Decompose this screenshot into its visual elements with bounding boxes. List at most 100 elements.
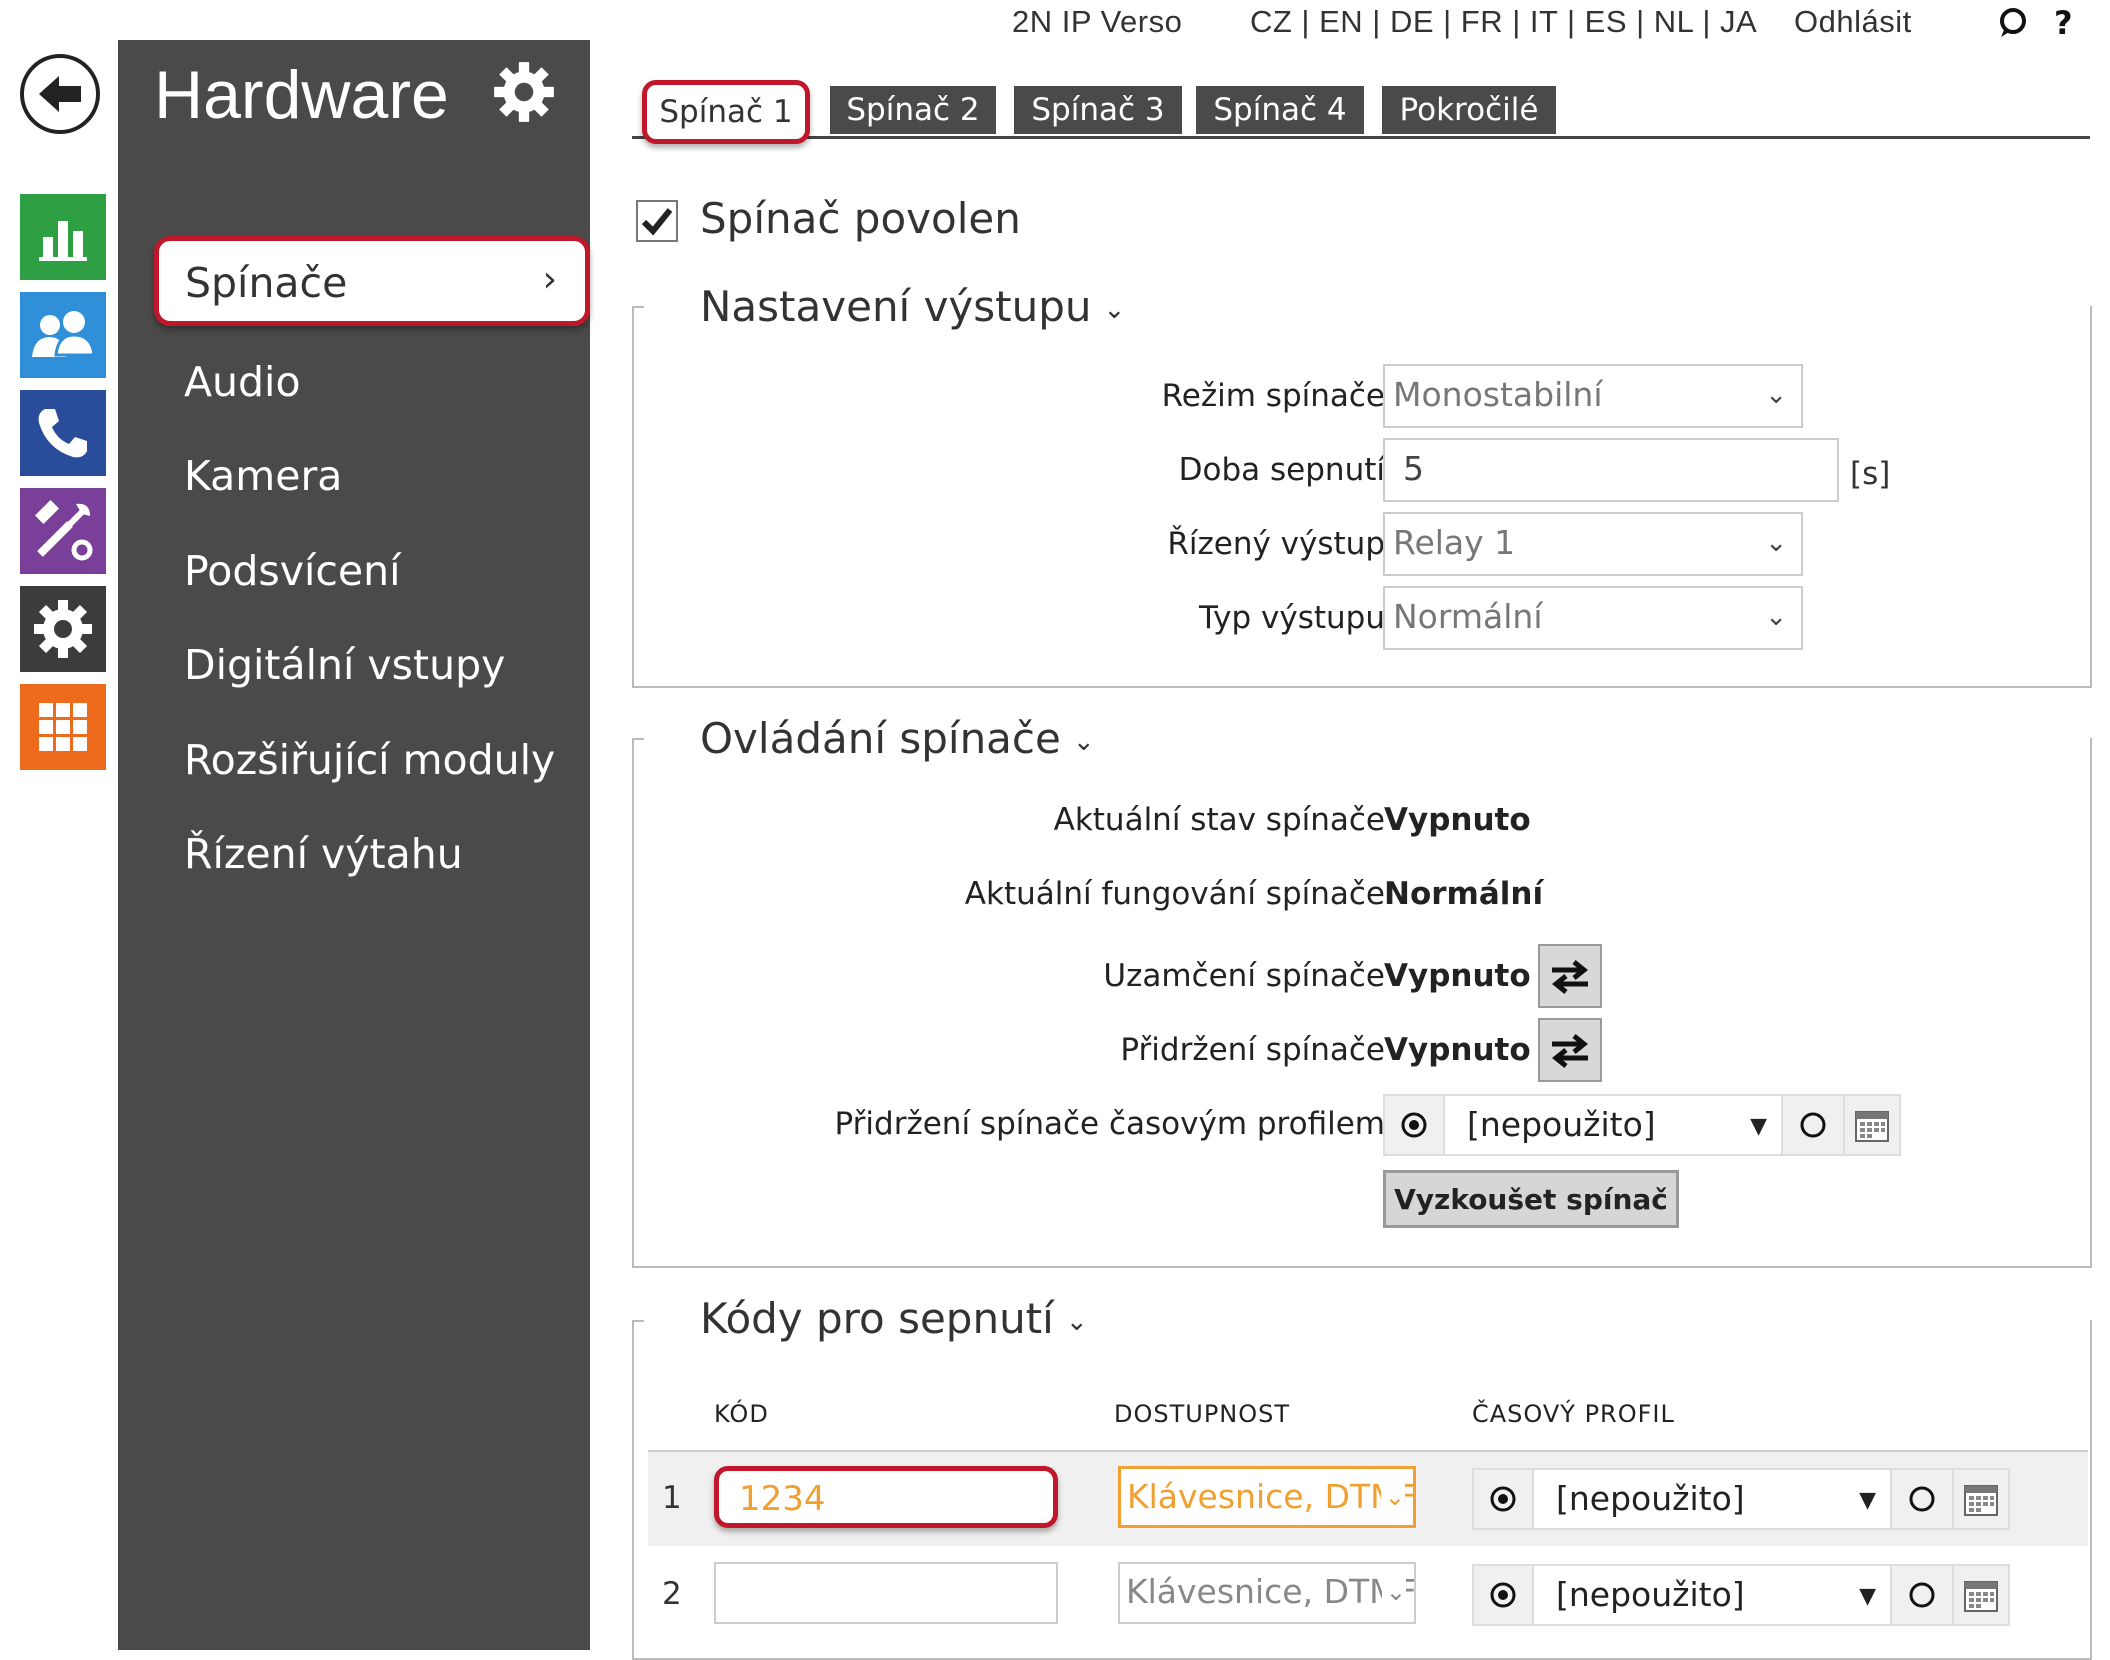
- availability-select[interactable]: Klávesnice, DTMF ⌄: [1118, 1562, 1416, 1624]
- language-switcher[interactable]: CZ | EN | DE | FR | IT | ES | NL | JA: [1250, 4, 1757, 40]
- tab-advanced[interactable]: Pokročilé: [1382, 86, 1556, 134]
- swap-arrows-icon: [1551, 960, 1589, 994]
- tab-underline: [632, 136, 2090, 139]
- chevron-right-icon: ›: [542, 259, 557, 300]
- mode-select-value: Monostabilní: [1393, 375, 1603, 414]
- chevron-down-icon: ⌄: [1072, 726, 1095, 757]
- output-type-select[interactable]: Normální ⌄: [1383, 586, 1803, 650]
- switch-control-title-text: Ovládání spínače: [700, 714, 1061, 763]
- switch-state-value: Vypnuto: [1384, 802, 1531, 838]
- column-header-time-profile: ČASOVÝ PROFIL: [1472, 1400, 1675, 1428]
- output-type-label: Typ výstupu: [1199, 600, 1385, 636]
- calendar-icon[interactable]: [1845, 1094, 1901, 1156]
- code-profile-select[interactable]: [nepoužito] ▼: [1534, 1564, 1892, 1626]
- chevron-down-icon: ⌄: [1380, 1469, 1405, 1525]
- switch-operation-label: Aktuální fungování spínače: [964, 876, 1385, 912]
- tab-switch-1[interactable]: Spínač 1: [642, 80, 810, 144]
- switch-lock-value: Vypnuto: [1384, 958, 1531, 994]
- mode-label: Režim spínače: [1161, 378, 1385, 414]
- switch-lock-label: Uzamčení spínače: [1103, 958, 1385, 994]
- controlled-output-select[interactable]: Relay 1 ⌄: [1383, 512, 1803, 576]
- mode-select[interactable]: Monostabilní ⌄: [1383, 364, 1803, 428]
- switch-operation-value: Normální: [1384, 876, 1544, 912]
- duration-unit: [s]: [1850, 456, 1891, 492]
- sidebar-item-lift-control[interactable]: Řízení výtahu: [184, 830, 463, 878]
- tab-switch-2[interactable]: Spínač 2: [830, 86, 996, 134]
- tab-switch-3[interactable]: Spínač 3: [1014, 86, 1182, 134]
- radio-selected-icon[interactable]: [1472, 1468, 1534, 1530]
- output-settings-title-text: Nastavení výstupu: [700, 282, 1092, 331]
- availability-value: Klávesnice, DTMF: [1127, 1477, 1416, 1516]
- sidebar-item-label: Spínače: [185, 259, 348, 307]
- chevron-down-icon: ⌄: [1765, 602, 1787, 632]
- hold-profile-value: [nepoužito]: [1467, 1105, 1656, 1144]
- checkmark-icon: [641, 208, 673, 236]
- help-icon[interactable]: ?: [2054, 4, 2073, 42]
- switch-hold-value: Vypnuto: [1384, 1032, 1531, 1068]
- chevron-down-icon: ⌄: [1103, 294, 1126, 325]
- back-button[interactable]: [20, 54, 100, 134]
- switch-hold-toggle-button[interactable]: [1538, 1018, 1602, 1082]
- duration-input[interactable]: 5: [1383, 438, 1839, 502]
- switch-enabled-checkbox[interactable]: [636, 200, 678, 242]
- controlled-output-label: Řízený výstup: [1167, 526, 1385, 562]
- gear-icon[interactable]: [20, 586, 106, 672]
- test-switch-button[interactable]: Vyzkoušet spínač: [1383, 1170, 1679, 1228]
- controlled-output-value: Relay 1: [1393, 523, 1516, 562]
- switch-control-title[interactable]: Ovládání spínače ⌄: [690, 714, 1105, 763]
- code-input[interactable]: 1234: [714, 1466, 1058, 1528]
- code-profile-value: [nepoužito]: [1556, 1575, 1745, 1614]
- switch-hold-label: Přidržení spínače: [1120, 1032, 1385, 1068]
- code-profile-value: [nepoužito]: [1556, 1479, 1745, 1518]
- switch-lock-toggle-button[interactable]: [1538, 944, 1602, 1008]
- gear-icon: [490, 58, 558, 130]
- caret-down-icon: ▼: [1859, 1584, 1876, 1609]
- code-profile-group: [nepoužito] ▼: [1472, 1468, 2010, 1530]
- duration-label: Doba sepnutí: [1178, 452, 1385, 488]
- sidebar: Hardware Spínače › Audio Kamera Podsvíce…: [118, 40, 590, 1650]
- calendar-icon[interactable]: [1954, 1468, 2010, 1530]
- frame-corner: [632, 738, 644, 740]
- sidebar-title: Hardware: [154, 57, 449, 133]
- switch-state-label: Aktuální stav spínače: [1053, 802, 1385, 838]
- caret-down-icon: ▼: [1750, 1114, 1767, 1139]
- code-input[interactable]: [714, 1562, 1058, 1624]
- sidebar-item-camera[interactable]: Kamera: [184, 452, 342, 500]
- column-header-availability: DOSTUPNOST: [1114, 1400, 1291, 1428]
- chevron-down-icon: ⌄: [1065, 1306, 1088, 1337]
- sidebar-item-audio[interactable]: Audio: [184, 358, 301, 406]
- phone-icon[interactable]: [20, 390, 106, 476]
- sidebar-item-digital-inputs[interactable]: Digitální vstupy: [184, 641, 505, 689]
- swap-arrows-icon: [1551, 1034, 1589, 1068]
- codes-title-text: Kódy pro sepnutí: [700, 1294, 1054, 1343]
- tab-switch-4[interactable]: Spínač 4: [1196, 86, 1364, 134]
- code-profile-select[interactable]: [nepoužito] ▼: [1534, 1468, 1892, 1530]
- codes-title[interactable]: Kódy pro sepnutí ⌄: [690, 1294, 1098, 1343]
- calendar-icon[interactable]: [1954, 1564, 2010, 1626]
- services-tools-icon[interactable]: [20, 488, 106, 574]
- sidebar-item-extension-modules[interactable]: Rozšiřující moduly: [184, 736, 555, 784]
- availability-value: Klávesnice, DTMF: [1126, 1572, 1416, 1611]
- users-icon[interactable]: [20, 292, 106, 378]
- caret-down-icon: ▼: [1859, 1488, 1876, 1513]
- radio-selected-icon[interactable]: [1383, 1094, 1445, 1156]
- output-settings-title[interactable]: Nastavení výstupu ⌄: [690, 282, 1136, 331]
- output-type-value: Normální: [1393, 597, 1543, 636]
- radio-selected-icon[interactable]: [1472, 1564, 1534, 1626]
- sidebar-item-switches[interactable]: Spínače ›: [154, 236, 590, 326]
- chevron-down-icon: ⌄: [1765, 528, 1787, 558]
- device-name: 2N IP Verso: [1012, 4, 1183, 39]
- radio-empty-icon[interactable]: [1892, 1468, 1954, 1530]
- availability-select[interactable]: Klávesnice, DTMF ⌄: [1118, 1466, 1416, 1528]
- status-chart-icon[interactable]: [20, 194, 106, 280]
- frame-corner: [632, 306, 644, 308]
- radio-empty-icon[interactable]: [1783, 1094, 1845, 1156]
- grid-icon[interactable]: [20, 684, 106, 770]
- row-number: 2: [662, 1576, 682, 1612]
- hold-profile-select[interactable]: [nepoužito] ▼: [1445, 1094, 1783, 1156]
- logout-link[interactable]: Odhlásit: [1794, 4, 1912, 40]
- chat-bubble-icon[interactable]: [1996, 6, 2030, 48]
- column-header-code: KÓD: [714, 1400, 769, 1428]
- sidebar-item-backlight[interactable]: Podsvícení: [184, 547, 401, 595]
- radio-empty-icon[interactable]: [1892, 1564, 1954, 1626]
